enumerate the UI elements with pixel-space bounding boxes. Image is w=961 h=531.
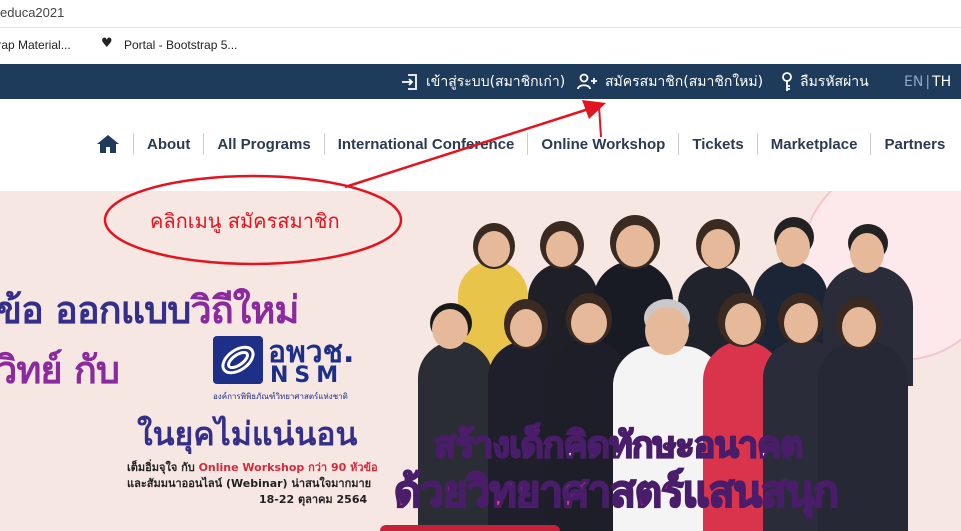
browser-address-bar[interactable]: educa2021 <box>0 0 961 28</box>
lang-th[interactable]: TH <box>932 74 951 90</box>
nav-online-workshop[interactable]: Online Workshop <box>528 136 678 153</box>
annotation-text: คลิกเมนู สมัครสมาชิก <box>150 209 340 233</box>
main-navigation: About All Programs International Confere… <box>0 99 961 191</box>
headline-1-part-a: ข้อ ออกแบบ <box>0 288 191 332</box>
lang-separator: | <box>925 73 931 90</box>
hero-banner[interactable]: ข้อ ออกแบบวิถีใหม่ วิทย์ กับ อพวช. NSM อ… <box>0 191 961 531</box>
bookmark-portal-bootstrap[interactable]: Portal - Bootstrap 5... <box>124 38 237 52</box>
forgot-label: ลืมรหัสผ่าน <box>800 73 869 90</box>
nav-about[interactable]: About <box>134 136 203 153</box>
detail-1-part-a: เต็มอิ่มจุใจ กับ <box>127 461 199 474</box>
heart-icon: ♥ <box>101 36 113 51</box>
banner-headline-3: ในยุคไม่แน่นอน <box>137 415 358 453</box>
banner-headline-2: วิทย์ กับ <box>0 348 120 392</box>
login-label: เข้าสู่ระบบ(สมาชิกเก่า) <box>426 73 566 90</box>
register-label: สมัครสมาชิก(สมาชิกใหม่) <box>605 73 764 90</box>
headline-1-part-b: วิถีใหม่ <box>190 288 299 332</box>
lang-en[interactable]: EN <box>904 74 923 90</box>
key-icon <box>782 71 792 91</box>
register-link[interactable]: สมัครสมาชิก(สมาชิกใหม่) <box>577 64 763 99</box>
nav-all-programs[interactable]: All Programs <box>204 136 323 153</box>
nav-row: About All Programs International Confere… <box>95 132 958 156</box>
home-link[interactable] <box>95 133 121 155</box>
login-link[interactable]: เข้าสู่ระบบ(สมาชิกเก่า) <box>400 64 565 99</box>
nav-tickets[interactable]: Tickets <box>679 136 756 153</box>
user-plus-icon <box>577 73 597 89</box>
bookmark-bootstrap-material[interactable]: trap Material... <box>0 38 71 52</box>
nsm-logo-subtitle: องค์การพิพิธภัณฑ์วิทยาศาสตร์แห่งชาติ <box>213 392 348 401</box>
language-switcher: EN | TH <box>904 64 951 99</box>
detail-1-part-b: Online Workshop กว่า 90 หัวข้อ <box>198 461 378 474</box>
nsm-logo-english: NSM <box>270 363 345 388</box>
bookmarks-bar: trap Material... ♥ Portal - Bootstrap 5.… <box>0 28 961 64</box>
url-text[interactable]: educa2021 <box>0 5 64 20</box>
forgot-password-link[interactable]: ลืมรหัสผ่าน <box>780 64 869 99</box>
banner-headline-1: ข้อ ออกแบบวิถีใหม่ <box>0 279 299 340</box>
banner-cta-button[interactable] <box>380 525 560 531</box>
nav-marketplace[interactable]: Marketplace <box>758 136 871 153</box>
login-icon <box>402 73 417 90</box>
nav-partners[interactable]: Partners <box>871 136 958 153</box>
nsm-logo-mark <box>213 336 263 384</box>
home-icon <box>97 135 119 153</box>
nav-international-conference[interactable]: International Conference <box>325 136 528 153</box>
banner-date: 18-22 ตุลาคม 2564 <box>259 493 368 506</box>
banner-slogan-2: ด้วยวิทยาศาสตร์แสนสนุก <box>393 466 840 517</box>
top-utility-bar: เข้าสู่ระบบ(สมาชิกเก่า) สมัครสมาชิก(สมาช… <box>0 64 961 99</box>
